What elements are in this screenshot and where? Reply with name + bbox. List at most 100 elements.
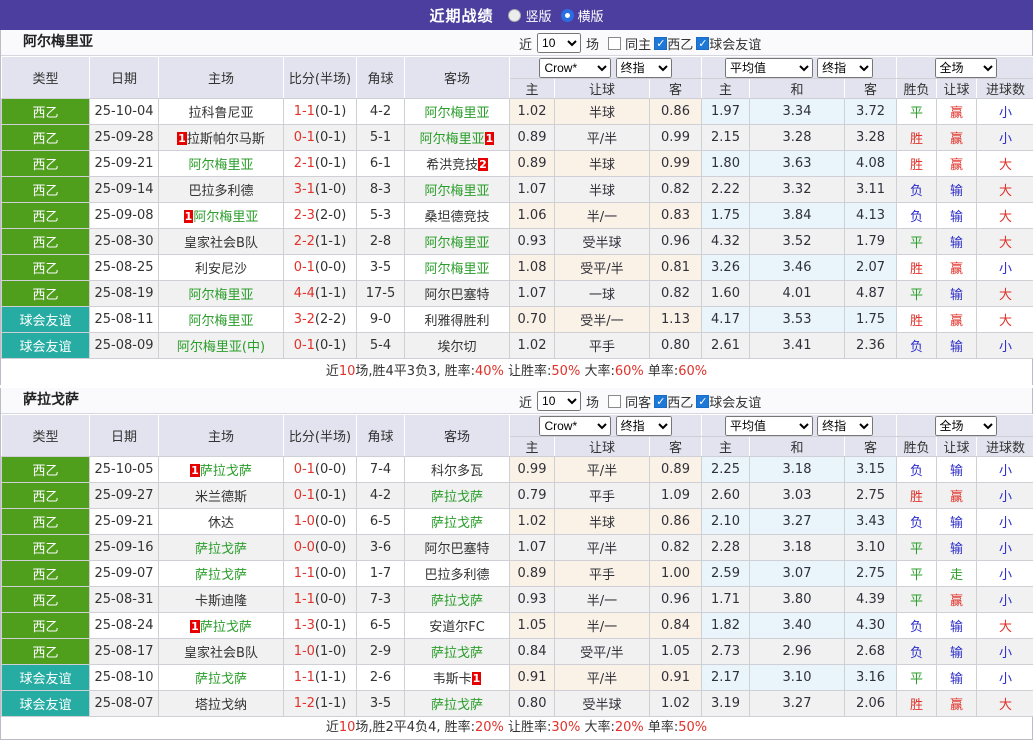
home-team-link[interactable]: 萨拉戈萨: [200, 620, 252, 635]
away-team-link[interactable]: 阿尔梅里亚: [424, 184, 489, 199]
away-team-link[interactable]: 桑坦德竞技: [424, 210, 489, 225]
home-team-link[interactable]: 塔拉戈纳: [195, 698, 247, 713]
radio-icon[interactable]: [561, 9, 574, 22]
cell-score[interactable]: 1-1(0-0): [284, 587, 357, 613]
home-team-link[interactable]: 阿尔梅里亚: [188, 158, 253, 173]
cell-result-handicap: 输: [937, 281, 977, 307]
home-team-link[interactable]: 利安尼沙: [195, 262, 247, 277]
fullmatch-select[interactable]: 全场: [935, 58, 997, 78]
cell-score[interactable]: 2-2(1-1): [284, 229, 357, 255]
crown-final-select[interactable]: 终指: [616, 416, 672, 436]
layout-vertical-radio[interactable]: 竖版: [508, 6, 551, 25]
cell-score[interactable]: 3-2(2-2): [284, 307, 357, 333]
layout-horizontal-radio[interactable]: 横版: [561, 6, 604, 25]
home-team-link[interactable]: 休达: [208, 516, 234, 531]
away-team-link[interactable]: 科尔多瓦: [431, 464, 483, 479]
away-team-link[interactable]: 萨拉戈萨: [431, 594, 483, 609]
away-team-link[interactable]: 萨拉戈萨: [431, 698, 483, 713]
cell-score[interactable]: 1-1(0-0): [284, 561, 357, 587]
checkbox-icon[interactable]: [608, 37, 621, 50]
home-team-link[interactable]: 萨拉戈萨: [195, 672, 247, 687]
crown-odds-select[interactable]: Crow*: [539, 58, 611, 78]
cell-crown-home-odds: 1.07: [510, 535, 555, 561]
away-team-link[interactable]: 巴拉多利德: [424, 568, 489, 583]
away-team-link[interactable]: 萨拉戈萨: [431, 646, 483, 661]
col-header-corner: 角球: [357, 415, 405, 457]
away-team-link[interactable]: 韦斯卡: [433, 672, 472, 687]
away-team-link[interactable]: 萨拉戈萨: [431, 516, 483, 531]
cell-score[interactable]: 0-1(0-0): [284, 457, 357, 483]
home-team-link[interactable]: 皇家社会B队: [184, 236, 258, 251]
away-team-link[interactable]: 阿尔梅里亚: [424, 262, 489, 277]
home-team-link[interactable]: 皇家社会B队: [184, 646, 258, 661]
checkbox-same-venue[interactable]: 同主: [608, 42, 651, 45]
away-team-link[interactable]: 希洪竞技: [426, 158, 478, 173]
fullmatch-select[interactable]: 全场: [935, 416, 997, 436]
checkbox-league[interactable]: 西乙: [654, 392, 693, 411]
match-row: 西乙25-10-04拉科鲁尼亚1-1(0-1)4-2阿尔梅里亚1.02半球0.8…: [2, 99, 1033, 125]
crown-final-select[interactable]: 终指: [616, 58, 672, 78]
home-team-link[interactable]: 阿尔梅里亚(中): [177, 340, 265, 355]
average-odds-select[interactable]: 平均值: [725, 416, 813, 436]
checkbox-icon[interactable]: [696, 37, 709, 50]
radio-icon[interactable]: [508, 9, 521, 22]
home-team-link[interactable]: 卡斯迪隆: [195, 594, 247, 609]
away-team-link[interactable]: 阿尔巴塞特: [424, 542, 489, 557]
cell-score[interactable]: 1-3(0-1): [284, 613, 357, 639]
home-team-link[interactable]: 拉斯帕尔马斯: [187, 132, 265, 147]
checkbox-league[interactable]: 西乙: [654, 34, 693, 53]
cell-score[interactable]: 0-1(0-1): [284, 125, 357, 151]
home-team-link[interactable]: 拉科鲁尼亚: [188, 106, 253, 121]
checkbox-icon[interactable]: [608, 395, 621, 408]
cell-score[interactable]: 0-1(0-1): [284, 483, 357, 509]
cell-score[interactable]: 1-0(0-0): [284, 509, 357, 535]
checkbox-icon[interactable]: [654, 37, 667, 50]
cell-avg-away-odds: 1.79: [845, 229, 897, 255]
cell-score[interactable]: 0-1(0-1): [284, 333, 357, 359]
away-team-link[interactable]: 阿尔梅里亚: [424, 106, 489, 121]
home-team-link[interactable]: 萨拉戈萨: [195, 568, 247, 583]
cell-score[interactable]: 1-2(1-1): [284, 691, 357, 717]
checkbox-friendly[interactable]: 球会友谊: [696, 392, 761, 411]
cell-score[interactable]: 2-3(2-0): [284, 203, 357, 229]
checkbox-friendly[interactable]: 球会友谊: [696, 34, 761, 53]
checkbox-icon[interactable]: [654, 395, 667, 408]
cell-date: 25-09-07: [90, 561, 159, 587]
cell-score[interactable]: 1-1(0-1): [284, 99, 357, 125]
away-team-link[interactable]: 阿尔巴塞特: [424, 288, 489, 303]
average-final-select[interactable]: 终指: [817, 58, 873, 78]
cell-score[interactable]: 2-1(0-1): [284, 151, 357, 177]
home-team-link[interactable]: 阿尔梅里亚: [188, 314, 253, 329]
cell-score[interactable]: 0-0(0-0): [284, 535, 357, 561]
away-team-link[interactable]: 萨拉戈萨: [431, 490, 483, 505]
average-odds-select[interactable]: 平均值: [725, 58, 813, 78]
cell-score[interactable]: 1-0(1-0): [284, 639, 357, 665]
cell-score[interactable]: 1-1(1-1): [284, 665, 357, 691]
away-team-link[interactable]: 埃尔切: [437, 340, 476, 355]
cell-avg-away-odds: 2.75: [845, 483, 897, 509]
cell-avg-away-odds: 3.43: [845, 509, 897, 535]
checkbox-icon[interactable]: [696, 395, 709, 408]
away-team-link[interactable]: 阿尔梅里亚: [424, 236, 489, 251]
home-team-link[interactable]: 萨拉戈萨: [200, 464, 252, 479]
home-team-link[interactable]: 巴拉多利德: [188, 184, 253, 199]
away-team-link[interactable]: 利雅得胜利: [424, 314, 489, 329]
away-team-link[interactable]: 安道尔FC: [429, 620, 485, 635]
average-final-select[interactable]: 终指: [817, 416, 873, 436]
col-header-avg-draw: 和: [750, 437, 845, 457]
away-team-link[interactable]: 阿尔梅里亚: [420, 132, 485, 147]
near-count-select[interactable]: 10: [537, 33, 581, 53]
home-team-link[interactable]: 阿尔梅里亚: [193, 210, 258, 225]
home-team-link[interactable]: 阿尔梅里亚: [188, 288, 253, 303]
cell-score[interactable]: 4-4(1-1): [284, 281, 357, 307]
checkbox-same-venue[interactable]: 同客: [608, 400, 651, 403]
result-group: 全场: [897, 415, 1033, 437]
cell-score[interactable]: 3-1(1-0): [284, 177, 357, 203]
home-team-link[interactable]: 萨拉戈萨: [195, 542, 247, 557]
cell-score[interactable]: 0-1(0-0): [284, 255, 357, 281]
cell-result-goals: 小: [977, 665, 1033, 691]
home-team-link[interactable]: 米兰德斯: [195, 490, 247, 505]
crown-odds-select[interactable]: Crow*: [539, 416, 611, 436]
cell-result-wdl: 负: [897, 333, 937, 359]
near-count-select[interactable]: 10: [537, 391, 581, 411]
